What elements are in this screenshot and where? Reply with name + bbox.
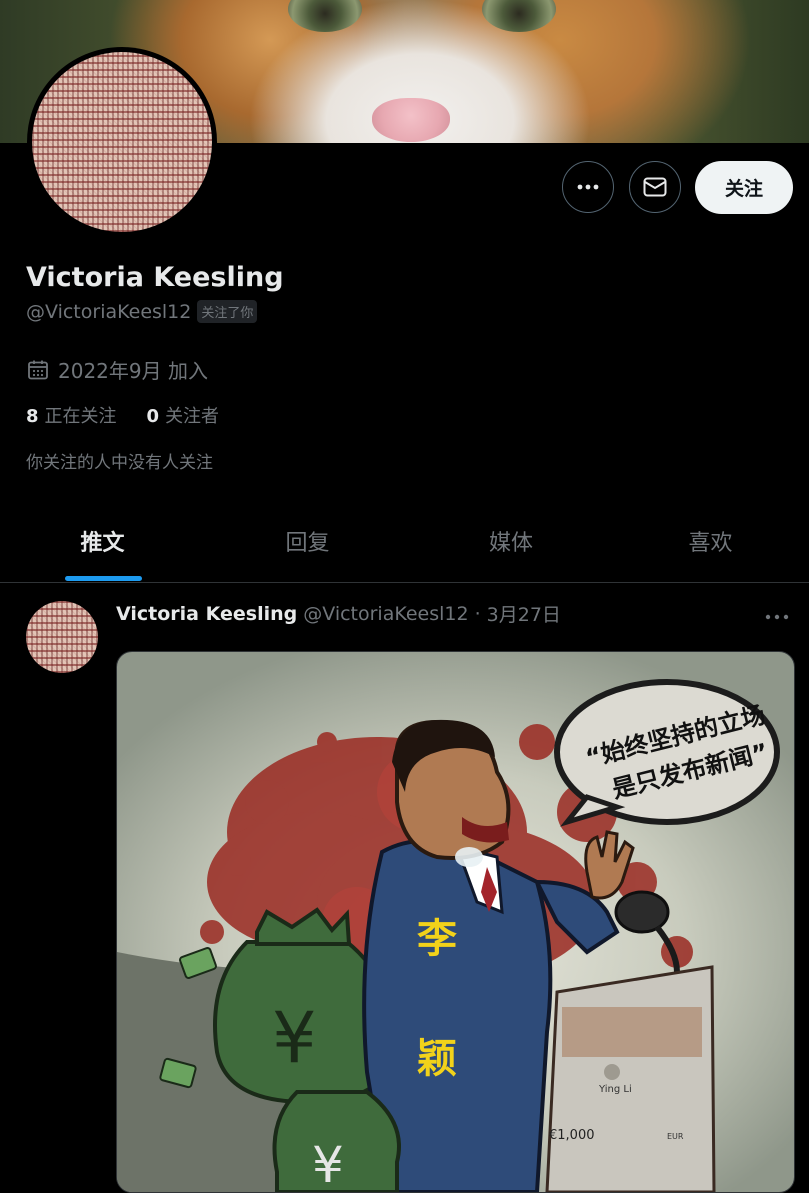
tweet-separator: ·: [474, 602, 481, 625]
follows-you-badge: 关注了你: [197, 300, 258, 323]
tweet-date[interactable]: 3月27日: [487, 600, 561, 627]
avatar-image: [32, 52, 212, 232]
speech-bubble: “始终坚持的立场 是只发布新闻”: [554, 679, 780, 827]
bag-symbol: ¥: [272, 997, 317, 1079]
envelope-icon: [643, 177, 667, 197]
message-button[interactable]: [629, 161, 681, 213]
calendar-icon: [28, 360, 48, 379]
bag-symbol-2: ¥: [312, 1136, 344, 1192]
handle-row: @VictoriaKeesl12 关注了你: [26, 300, 258, 323]
cat-eye-right: [482, 0, 556, 32]
tweet-author-name[interactable]: Victoria Keesling: [116, 603, 297, 625]
screen-price: €1,000: [549, 1128, 595, 1143]
more-button[interactable]: [562, 161, 614, 213]
screen-currency: EUR: [667, 1132, 684, 1141]
podium-screen: Ying Li €1,000 EUR: [545, 965, 716, 1192]
following-label: 正在关注: [44, 406, 117, 427]
tweet-image[interactable]: “始终坚持的立场 是只发布新闻” ¥ 李 颖 ¥ Ying Li €1,000 …: [116, 651, 795, 1193]
active-tab-indicator: [65, 576, 142, 581]
tweet-avatar[interactable]: [26, 601, 98, 673]
more-horizontal-icon: [577, 184, 599, 190]
joined-date-row: 2022年9月 加入: [26, 355, 208, 384]
tab-replies[interactable]: 回复: [205, 500, 410, 582]
tab-tweets[interactable]: 推文: [0, 500, 205, 582]
profile-tabs: 推文 回复 媒体 喜欢: [0, 500, 809, 583]
jacket-character-1: 李: [417, 916, 457, 962]
jacket-character-2: 颖: [417, 1036, 457, 1082]
followers-label: 关注者: [165, 406, 220, 427]
screen-name: Ying Li: [598, 1084, 632, 1095]
following-link[interactable]: 8 正在关注: [26, 402, 117, 428]
cat-eye-left: [288, 0, 362, 32]
profile-name: Victoria Keesling: [26, 262, 284, 293]
tab-likes[interactable]: 喜欢: [612, 500, 809, 582]
profile-stats: 8 正在关注 0 关注者: [26, 402, 219, 428]
tweet-more-button[interactable]: [765, 605, 789, 624]
follow-button[interactable]: 关注: [695, 161, 793, 214]
followers-link[interactable]: 0 关注者: [147, 402, 220, 428]
joined-date: 2022年9月 加入: [58, 359, 208, 383]
followers-count: 0: [146, 406, 160, 427]
following-count: 8: [26, 406, 39, 427]
tab-media[interactable]: 媒体: [410, 500, 612, 582]
cartoon-illustration: “始终坚持的立场 是只发布新闻” ¥ 李 颖 ¥ Ying Li €1,000 …: [117, 679, 780, 1192]
profile-handle: @VictoriaKeesl12: [26, 300, 192, 323]
money-bag-held: ¥: [272, 1090, 401, 1192]
profile-avatar[interactable]: [27, 47, 217, 237]
tweet-author-handle[interactable]: @VictoriaKeesl12: [303, 603, 468, 625]
more-horizontal-icon: [765, 614, 789, 620]
avatar-image: [26, 601, 98, 673]
tweet-header: Victoria Keesling @VictoriaKeesl12 · 3月2…: [116, 600, 561, 627]
cat-nose: [372, 98, 450, 142]
mutual-followers-note: 你关注的人中没有人关注: [26, 453, 213, 473]
